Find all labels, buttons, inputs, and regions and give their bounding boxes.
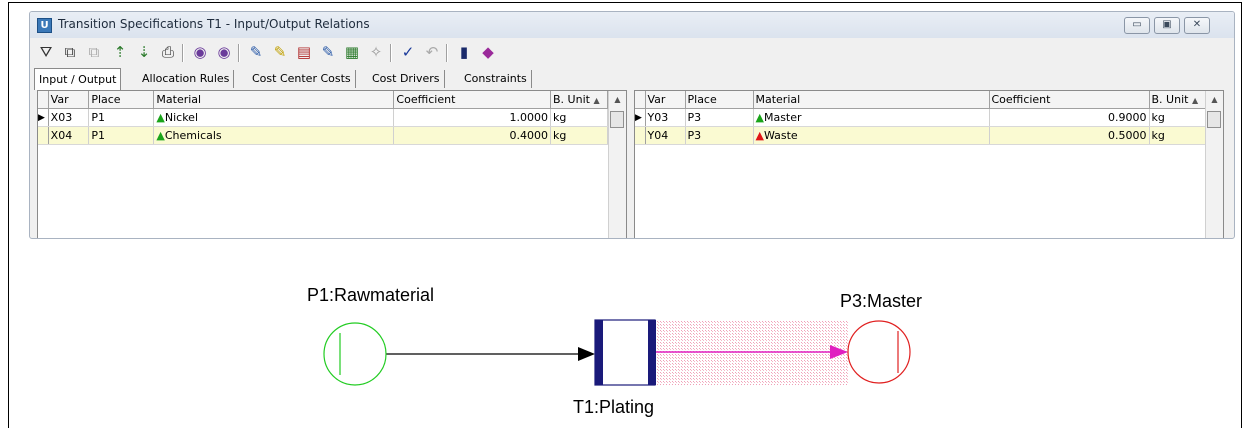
- input-arrow-head-icon: [578, 347, 595, 361]
- transition-left-bar: [595, 320, 603, 385]
- transition-label: T1:Plating: [573, 397, 655, 417]
- output-place-label: P3:Master: [840, 291, 923, 311]
- input-place-circle[interactable]: [323, 322, 387, 386]
- transition-box[interactable]: [594, 319, 656, 386]
- net-diagram: [323, 319, 911, 386]
- input-place-label: P1:Rawmaterial: [307, 285, 435, 305]
- transition-right-bar: [648, 320, 656, 385]
- output-place-circle[interactable]: [847, 320, 911, 384]
